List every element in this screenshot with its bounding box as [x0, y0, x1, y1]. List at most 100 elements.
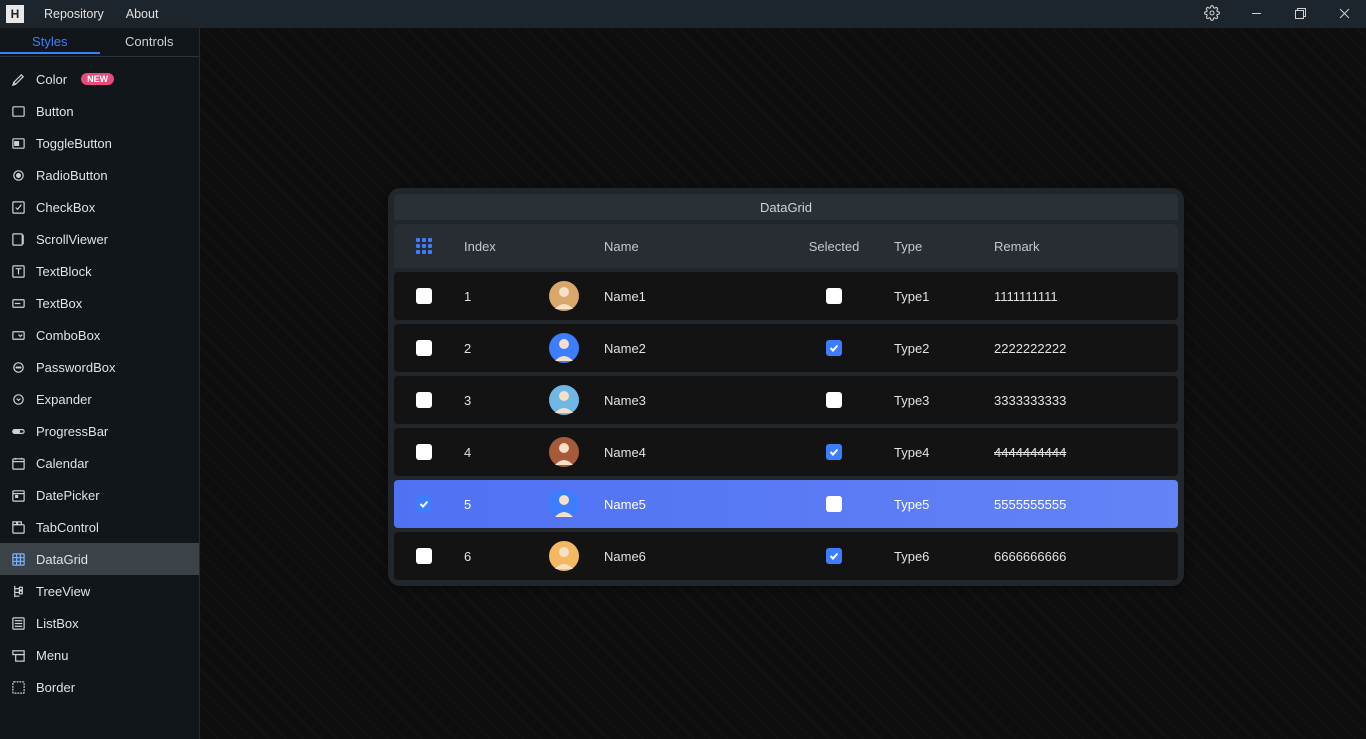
- sidebar-item-label: ComboBox: [36, 328, 100, 343]
- row-checkbox[interactable]: [416, 340, 432, 356]
- progress-icon: [10, 423, 26, 439]
- table-row[interactable]: 1 Name1 Type1 1111111111: [394, 272, 1178, 320]
- column-header-remark[interactable]: Remark: [984, 239, 1178, 254]
- sidebar-item-label: TreeView: [36, 584, 90, 599]
- sidebar-item-passwordbox[interactable]: PasswordBox: [0, 351, 199, 383]
- titlebar: H Repository About: [0, 0, 1366, 28]
- cell-name: Name1: [594, 289, 784, 304]
- sidebar-item-datagrid[interactable]: DataGrid: [0, 543, 199, 575]
- checkbox[interactable]: [826, 340, 842, 356]
- cell-remark: 3333333333: [984, 393, 1178, 408]
- sidebar-nav: ColorNEW Button ToggleButtonRadioButton Che…: [0, 57, 199, 703]
- maximize-icon: [1295, 7, 1306, 22]
- cell-remark: 6666666666: [984, 549, 1178, 564]
- sidebar-item-togglebutton[interactable]: ToggleButton: [0, 127, 199, 159]
- sidebar-item-textbox[interactable]: TextBox: [0, 287, 199, 319]
- table-row[interactable]: 6 Name6 Type6 6666666666: [394, 532, 1178, 580]
- column-header-name[interactable]: Name: [594, 239, 784, 254]
- menu-repository[interactable]: Repository: [44, 7, 104, 21]
- table-row[interactable]: 5 Name5 Type5 5555555555: [394, 480, 1178, 528]
- sidebar-item-treeview[interactable]: TreeView: [0, 575, 199, 607]
- scroll-icon: [10, 231, 26, 247]
- tab-underline: [0, 52, 100, 54]
- sidebar-item-label: ScrollViewer: [36, 232, 108, 247]
- row-checkbox[interactable]: [416, 288, 432, 304]
- tab-styles[interactable]: Styles: [0, 28, 100, 54]
- row-checkbox[interactable]: [416, 496, 432, 512]
- table-row[interactable]: 4 Name4 Type4 4444444444: [394, 428, 1178, 476]
- checkbox[interactable]: [826, 548, 842, 564]
- checkbox[interactable]: [826, 496, 842, 512]
- datepicker-icon: [10, 487, 26, 503]
- row-checkbox[interactable]: [416, 548, 432, 564]
- row-checkbox[interactable]: [416, 444, 432, 460]
- avatar: [549, 281, 579, 311]
- sidebar-item-radiobutton[interactable]: RadioButton: [0, 159, 199, 191]
- grid-dots-icon: [416, 238, 432, 254]
- table-row[interactable]: 3 Name3 Type3 3333333333: [394, 376, 1178, 424]
- table-row[interactable]: 2 Name2 Type2 2222222222: [394, 324, 1178, 372]
- column-drag-handle[interactable]: [394, 238, 454, 254]
- sidebar-item-label: Expander: [36, 392, 92, 407]
- gear-icon: [1204, 5, 1220, 24]
- sidebar-item-datepicker[interactable]: DatePicker: [0, 479, 199, 511]
- radio-icon: [10, 167, 26, 183]
- sidebar-item-expander[interactable]: Expander: [0, 383, 199, 415]
- sidebar-item-progressbar[interactable]: ProgressBar: [0, 415, 199, 447]
- close-button[interactable]: [1322, 0, 1366, 28]
- datagrid-header-row: Index Name Selected Type Remark: [394, 224, 1178, 268]
- sidebar-item-calendar[interactable]: Calendar: [0, 447, 199, 479]
- sidebar-item-label: DataGrid: [36, 552, 88, 567]
- menu-icon: [10, 647, 26, 663]
- avatar: [549, 437, 579, 467]
- avatar: [549, 385, 579, 415]
- sidebar-item-menu[interactable]: Menu: [0, 639, 199, 671]
- sidebar-item-scrollviewer[interactable]: ScrollViewer: [0, 223, 199, 255]
- sidebar-item-label: CheckBox: [36, 200, 95, 215]
- tree-icon: [10, 583, 26, 599]
- settings-button[interactable]: [1190, 0, 1234, 28]
- list-icon: [10, 615, 26, 631]
- tab-controls[interactable]: Controls: [100, 28, 200, 54]
- cell-index: 2: [454, 341, 534, 356]
- sidebar-item-label: Menu: [36, 648, 69, 663]
- cell-name: Name5: [594, 497, 784, 512]
- close-icon: [1339, 7, 1350, 22]
- sidebar-item-listbox[interactable]: ListBox: [0, 607, 199, 639]
- column-header-index[interactable]: Index: [454, 239, 534, 254]
- column-header-type[interactable]: Type: [884, 239, 984, 254]
- sidebar-item-button[interactable]: Button: [0, 95, 199, 127]
- column-header-selected[interactable]: Selected: [784, 239, 884, 254]
- cell-name: Name3: [594, 393, 784, 408]
- sidebar-item-color[interactable]: ColorNEW: [0, 63, 199, 95]
- row-checkbox[interactable]: [416, 392, 432, 408]
- checkbox[interactable]: [826, 392, 842, 408]
- sidebar-item-label: Color: [36, 72, 67, 87]
- square-icon: [10, 103, 26, 119]
- sidebar-item-label: Button: [36, 104, 74, 119]
- sidebar-item-label: TextBox: [36, 296, 82, 311]
- sidebar-item-textblock[interactable]: TextBlock: [0, 255, 199, 287]
- cell-index: 6: [454, 549, 534, 564]
- cell-remark: 5555555555: [984, 497, 1178, 512]
- datagrid-icon: [10, 551, 26, 567]
- text-icon: [10, 263, 26, 279]
- cell-type: Type1: [884, 289, 984, 304]
- sidebar-item-checkbox[interactable]: CheckBox: [0, 191, 199, 223]
- sidebar-item-tabcontrol[interactable]: TabControl: [0, 511, 199, 543]
- app-logo: H: [6, 5, 24, 23]
- sidebar-item-label: Border: [36, 680, 75, 695]
- sidebar-tabs: Styles Controls: [0, 28, 199, 56]
- sidebar-item-label: ListBox: [36, 616, 79, 631]
- sidebar-item-label: Calendar: [36, 456, 89, 471]
- sidebar-item-border[interactable]: Border: [0, 671, 199, 703]
- palette-icon: [10, 71, 26, 87]
- maximize-button[interactable]: [1278, 0, 1322, 28]
- minimize-button[interactable]: [1234, 0, 1278, 28]
- checkbox-icon: [10, 199, 26, 215]
- checkbox[interactable]: [826, 444, 842, 460]
- menu-about[interactable]: About: [126, 7, 159, 21]
- sidebar-item-combobox[interactable]: ComboBox: [0, 319, 199, 351]
- checkbox[interactable]: [826, 288, 842, 304]
- cell-remark: 2222222222: [984, 341, 1178, 356]
